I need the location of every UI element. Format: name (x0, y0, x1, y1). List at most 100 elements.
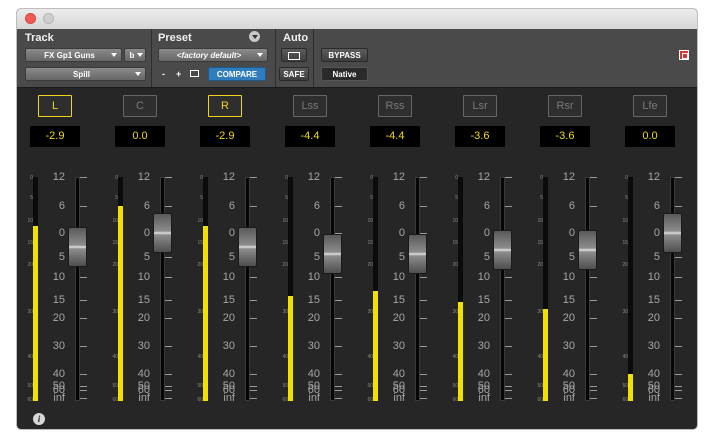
scale-tick-label: 30 (52, 340, 65, 353)
meter-tick-label: 30 (452, 309, 458, 316)
fader-track (415, 177, 420, 401)
scale-tick: inf (552, 392, 597, 404)
level-meter-fill (288, 295, 293, 401)
meter-tick-label: 50 (112, 383, 118, 390)
scale-tick-mark (674, 177, 682, 178)
meter-tick-label: 60 (197, 396, 203, 403)
scale-tick-label: 40 (137, 368, 150, 381)
automation-icon[interactable] (281, 48, 307, 62)
scale-tick-label: 10 (307, 270, 320, 283)
scale-tick: 10 (637, 271, 682, 283)
meter-tick-label: 20 (452, 262, 458, 269)
scale-tick-label: 15 (562, 293, 575, 306)
send-selector[interactable]: Spill (25, 67, 146, 81)
preset-selector[interactable]: <factory default> (158, 48, 268, 62)
minimize-button[interactable] (43, 13, 54, 24)
volume-fader-handle[interactable] (663, 213, 682, 254)
channel-level-readout[interactable]: -2.9 (200, 126, 250, 147)
channel-strip-r: R -2.9 0 5 10 15 20 30 40 50 60 12 6 0 5 10 15 20 30 40 50 60… (195, 91, 275, 407)
channel-level-readout[interactable]: -3.6 (540, 126, 590, 147)
scale-tick: 15 (552, 294, 597, 306)
scale-tick: 40 (212, 368, 257, 380)
meter-tick-label: 40 (622, 354, 628, 361)
scale-tick-mark (419, 318, 427, 320)
channel-select-button[interactable]: C (123, 95, 157, 117)
volume-fader-handle[interactable] (323, 234, 342, 275)
track-suffix-selector[interactable]: b (124, 48, 146, 62)
level-meter (373, 177, 378, 401)
compare-button[interactable]: COMPARE (208, 67, 266, 81)
chevron-down-icon (137, 53, 143, 57)
title-bar (17, 9, 697, 30)
scale-tick-label: 20 (477, 312, 490, 325)
channel-select-button[interactable]: Lsr (463, 95, 497, 117)
volume-fader-handle[interactable] (578, 230, 597, 271)
track-section-label: Track (25, 32, 54, 44)
meter-tick-label: 10 (622, 217, 628, 224)
scale-tick-label: 30 (137, 340, 150, 353)
scale-tick: 15 (127, 294, 172, 306)
scale-tick-mark (504, 276, 512, 278)
info-icon[interactable]: i (33, 413, 45, 425)
volume-fader-handle[interactable] (408, 234, 427, 275)
close-button[interactable] (25, 13, 36, 24)
volume-fader-handle[interactable] (493, 230, 512, 271)
channel-strip-lfe: Lfe 0.0 0 5 10 15 20 30 40 50 60 12 6 0 5 10 15 20 30 40 50 6… (620, 91, 697, 407)
scale-tick: 30 (382, 340, 427, 352)
scale-tick-mark (504, 299, 512, 301)
channel-level-readout[interactable]: 0.0 (625, 126, 675, 147)
scale-tick: 10 (212, 271, 257, 283)
channel-level-readout[interactable]: -4.4 (285, 126, 335, 147)
volume-fader-handle[interactable] (153, 213, 172, 254)
scale-tick-mark (164, 374, 172, 376)
scale-tick-label: 0 (313, 227, 320, 240)
scale-tick-label: 10 (647, 270, 660, 283)
scale-tick-mark (79, 318, 87, 320)
preset-plus-button[interactable]: + (176, 69, 181, 79)
volume-fader-handle[interactable] (68, 227, 87, 268)
meter-tick-label: 10 (282, 217, 288, 224)
channel-level-readout[interactable]: -4.4 (370, 126, 420, 147)
scale-tick-mark (674, 257, 682, 259)
meter-tick-label: 5 (625, 195, 628, 202)
scale-tick: 20 (382, 312, 427, 324)
track-selector[interactable]: FX Gp1 Guns (25, 48, 122, 62)
scale-tick-label: 40 (562, 368, 575, 381)
channel-select-button[interactable]: R (208, 95, 242, 117)
preset-menu-icon[interactable] (249, 31, 260, 42)
fader-scale: 12 6 0 5 10 15 20 30 40 50 60 inf (42, 171, 87, 404)
fader-scale: 12 6 0 5 10 15 20 30 40 50 60 inf (212, 171, 257, 404)
scale-tick-label: 40 (222, 368, 235, 381)
channel-strip-lss: Lss -4.4 0 5 10 15 20 30 40 50 60 12 6 0 5 10 15 20 30 40 50… (280, 91, 360, 407)
scale-tick: inf (467, 392, 512, 404)
scale-tick: 40 (297, 368, 342, 380)
preset-minus-button[interactable]: - (162, 69, 165, 79)
channel-select-button[interactable]: Rss (378, 95, 412, 117)
channel-strip-lsr: Lsr -3.6 0 5 10 15 20 30 40 50 60 12 6 0 5 10 15 20 30 40 50… (450, 91, 530, 407)
copy-icon[interactable] (190, 70, 199, 77)
meter-tick-label: 30 (622, 309, 628, 316)
channel-level-readout[interactable]: -2.9 (30, 126, 80, 147)
scale-tick: 20 (212, 312, 257, 324)
scale-tick-mark (589, 177, 597, 178)
level-meter (628, 177, 633, 401)
scale-tick: 6 (127, 200, 172, 212)
scale-tick: 12 (552, 171, 597, 183)
channel-select-button[interactable]: Lfe (633, 95, 667, 117)
scale-tick: 40 (637, 368, 682, 380)
channel-level-readout[interactable]: 0.0 (115, 126, 165, 147)
channel-select-button[interactable]: Lss (293, 95, 327, 117)
scale-tick-label: 12 (307, 171, 320, 183)
channel-select-button[interactable]: Rsr (548, 95, 582, 117)
bypass-button[interactable]: BYPASS (321, 48, 368, 62)
channel-level-readout[interactable]: -3.6 (455, 126, 505, 147)
scale-tick-label: inf (563, 392, 575, 405)
channel-select-button[interactable]: L (38, 95, 72, 117)
fader-scale: 12 6 0 5 10 15 20 30 40 50 60 inf (637, 171, 682, 404)
native-indicator: Native (321, 67, 368, 81)
volume-fader-handle[interactable] (238, 227, 257, 268)
scale-tick: 10 (467, 271, 512, 283)
fader-track (330, 177, 335, 401)
scale-tick-mark (589, 398, 597, 400)
safe-button[interactable]: SAFE (279, 67, 309, 81)
